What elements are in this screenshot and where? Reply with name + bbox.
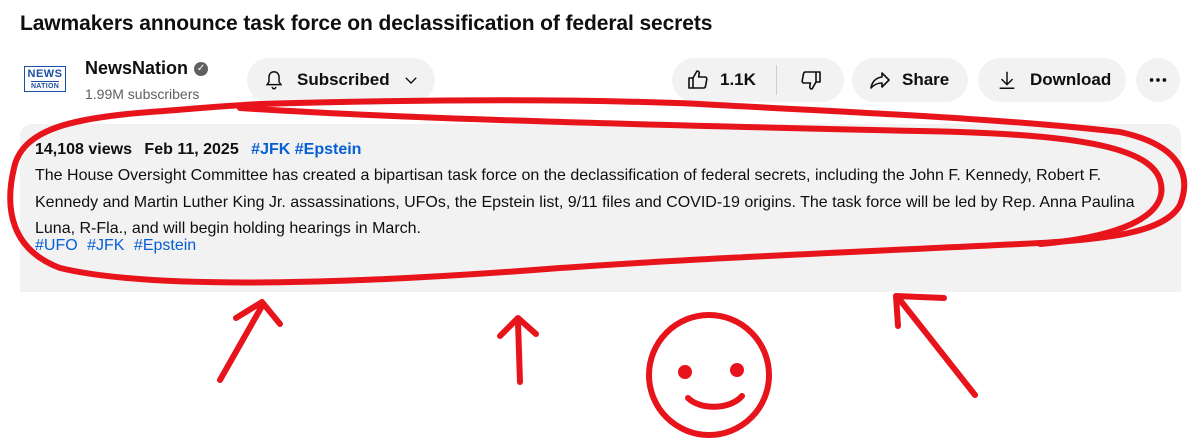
subscriber-count: 1.99M subscribers bbox=[85, 86, 200, 102]
header-hashtag[interactable]: #JFK bbox=[251, 141, 290, 158]
verified-checkmark-icon: ✓ bbox=[194, 61, 209, 76]
description-text: The House Oversight Committee has create… bbox=[35, 167, 1135, 237]
bell-icon bbox=[263, 69, 285, 91]
channel-logo-text-top: NEWS bbox=[27, 67, 63, 80]
thumbs-down-icon bbox=[799, 68, 823, 92]
dislike-button[interactable] bbox=[777, 58, 844, 102]
red-smiley-eye-left bbox=[678, 365, 692, 379]
hashtag-link[interactable]: #UFO bbox=[35, 237, 78, 254]
channel-name: NewsNation bbox=[85, 58, 189, 78]
share-button[interactable]: Share bbox=[852, 58, 968, 102]
video-title: Lawmakers announce task force on declass… bbox=[20, 12, 713, 35]
header-hashtag[interactable]: #Epstein bbox=[295, 141, 362, 158]
channel-logo-text-bottom: NATION bbox=[30, 80, 60, 90]
channel-name-link[interactable]: NewsNation ✓ bbox=[85, 58, 209, 79]
red-smiley-mouth bbox=[685, 393, 745, 410]
like-dislike-group: 1.1K bbox=[672, 58, 844, 102]
subscribed-button[interactable]: Subscribed bbox=[247, 58, 435, 102]
red-arrow-left bbox=[217, 299, 283, 383]
more-actions-button[interactable] bbox=[1136, 58, 1180, 102]
hashtag-link[interactable]: #JFK bbox=[87, 237, 124, 254]
truncated-text-line bbox=[35, 283, 595, 292]
download-button[interactable]: Download bbox=[978, 58, 1126, 102]
view-count: 14,108 views bbox=[35, 141, 132, 158]
download-icon bbox=[996, 69, 1018, 91]
red-smiley-face bbox=[646, 312, 772, 438]
red-arrow-right bbox=[893, 293, 978, 398]
like-count: 1.1K bbox=[720, 70, 756, 89]
like-button[interactable]: 1.1K bbox=[672, 58, 776, 102]
description-meta: 14,108 views Feb 11, 2025 #JFK #Epstein bbox=[35, 141, 361, 159]
thumbs-up-icon bbox=[686, 68, 710, 92]
red-smiley-eye-right bbox=[730, 363, 744, 377]
download-label: Download bbox=[1030, 70, 1112, 89]
red-arrow-middle bbox=[497, 315, 539, 385]
hashtag-link[interactable]: #Epstein bbox=[134, 237, 196, 254]
share-label: Share bbox=[902, 70, 950, 89]
hashtag-row: #UFO #JFK #Epstein bbox=[35, 237, 201, 255]
channel-avatar[interactable]: NEWS NATION bbox=[24, 66, 66, 92]
share-arrow-icon bbox=[868, 68, 892, 92]
upload-date: Feb 11, 2025 bbox=[144, 141, 239, 158]
chevron-down-icon bbox=[402, 71, 420, 89]
more-horizontal-icon bbox=[1147, 69, 1169, 91]
subscribed-label: Subscribed bbox=[297, 70, 390, 89]
truncated-text bbox=[35, 283, 595, 292]
